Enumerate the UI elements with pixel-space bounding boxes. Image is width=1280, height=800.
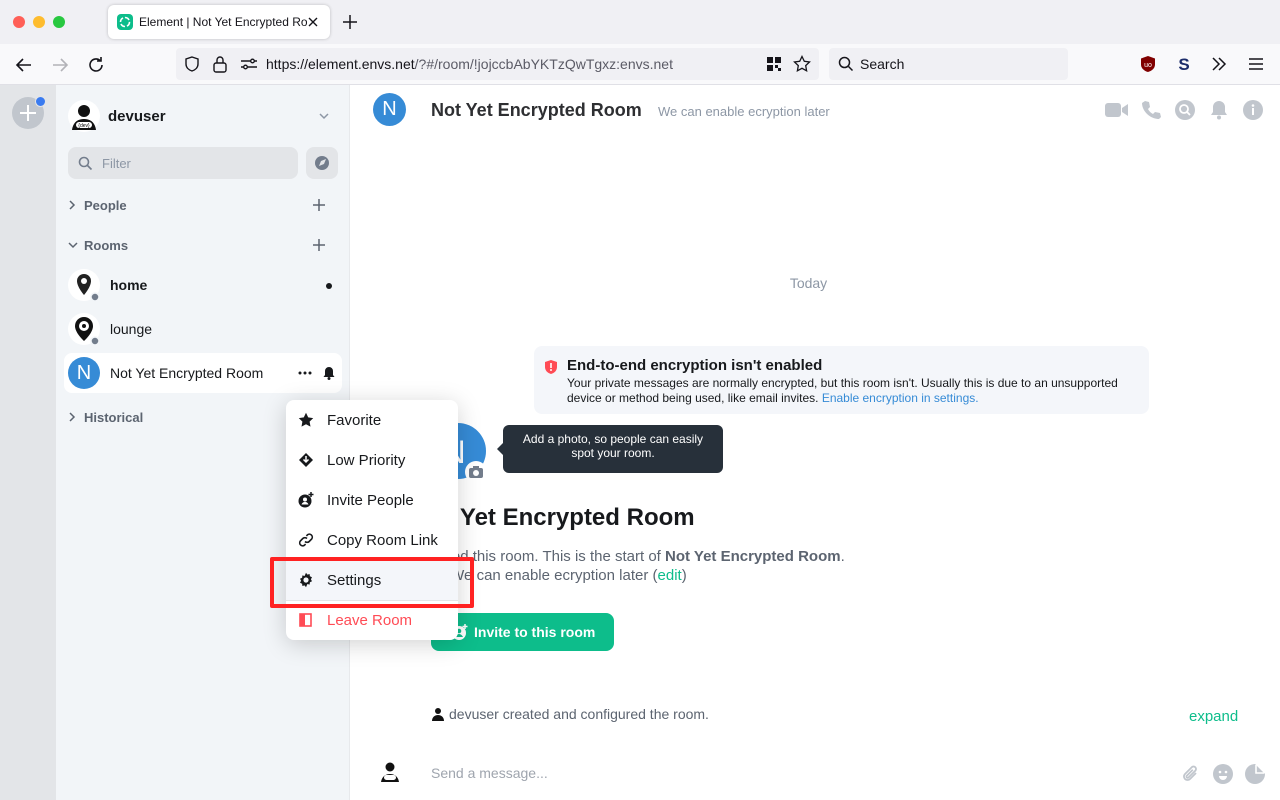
room-filter-input[interactable]: Filter [68,147,298,179]
window-minimize-button[interactable] [33,16,45,28]
invite-icon [298,492,314,508]
section-rooms[interactable]: Rooms [68,238,338,254]
room-options-ellipsis-icon[interactable] [298,371,312,375]
user-name[interactable]: devuser [108,108,166,125]
browser-nav-bar: https://element.envs.net/?#/room/!jojccb… [0,44,1280,85]
svg-text:S: S [1178,55,1189,74]
reload-icon[interactable] [86,55,106,75]
browser-tab-strip: Element | Not Yet Encrypted Room [0,0,1280,44]
new-tab-plus-icon[interactable] [341,13,359,31]
filter-placeholder: Filter [102,156,131,171]
overflow-chevrons-icon[interactable] [1210,56,1228,72]
composer-user-avatar [378,759,402,783]
user-menu-chevron-icon[interactable] [318,111,330,121]
element-favicon-icon [117,14,133,30]
room-header-avatar[interactable]: N [373,93,406,126]
browser-search-bar[interactable]: Search [829,48,1068,80]
lounge-room-avatar-icon [68,313,100,346]
encryption-notice-title: End-to-end encryption isn't enabled [567,357,823,374]
tab-title: Element | Not Yet Encrypted Room [139,15,307,29]
home-room-avatar-icon [68,269,100,302]
room-intro-heading: ot Yet Encrypted Room [431,504,695,531]
attachment-paperclip-icon[interactable] [1180,763,1202,785]
section-historical[interactable]: Historical [68,410,268,426]
permissions-icon[interactable] [240,56,258,72]
room-created-event: devuser created and configured the room. [449,706,709,722]
menu-item-invite-people[interactable]: Invite People [286,480,458,520]
room-avatar: N [68,357,100,389]
window-close-button[interactable] [13,16,25,28]
tab-close-icon[interactable] [304,13,322,31]
emoji-smiley-icon[interactable] [1212,763,1234,785]
add-photo-tooltip: Add a photo, so people can easily spot y… [497,425,723,473]
add-room-plus-icon[interactable] [312,238,326,252]
devuser-mini-avatar-icon [431,706,445,722]
link-icon [298,532,314,548]
notification-dot-icon [35,96,46,107]
lock-icon[interactable] [212,55,228,73]
ublock-extension-icon[interactable]: uo [1140,55,1156,73]
url-text[interactable]: https://element.envs.net/?#/room/!jojccb… [266,56,673,72]
room-name: home [110,277,148,293]
low-priority-icon [298,452,314,468]
room-header-title[interactable]: Not Yet Encrypted Room [431,100,642,121]
star-icon [298,412,314,428]
camera-upload-icon[interactable] [465,461,487,483]
room-name: Not Yet Encrypted Room [110,365,264,381]
warning-shield-icon [544,360,558,374]
room-created-text: eated this room. This is the start of No… [431,548,845,565]
window-zoom-button[interactable] [53,16,65,28]
room-header-topic[interactable]: We can enable ecryption later [658,104,830,119]
shield-icon[interactable] [184,56,200,72]
voice-call-icon[interactable] [1140,99,1162,121]
bookmark-star-icon[interactable] [793,55,811,73]
menu-item-copy-room-link[interactable]: Copy Room Link [286,520,458,560]
menu-item-favorite[interactable]: Favorite [286,400,458,440]
search-placeholder: Search [860,56,905,72]
room-info-icon[interactable] [1242,99,1264,121]
s-extension-icon[interactable]: S [1176,54,1192,74]
expand-link[interactable]: expand [1189,708,1238,725]
edit-topic-link[interactable]: edit [658,567,682,584]
encryption-notice-body: Your private messages are normally encry… [567,376,1118,405]
hamburger-menu-icon[interactable] [1248,57,1264,71]
user-avatar[interactable]: {dev} [68,100,100,132]
sticker-icon[interactable] [1244,763,1266,785]
invite-to-room-button[interactable]: Invite to this room [431,613,614,651]
address-bar[interactable]: https://element.envs.net/?#/room/!jojccb… [176,48,819,80]
filter-search-icon [78,156,93,171]
room-view: N Not Yet Encrypted Room We can enable e… [350,85,1280,800]
room-notifications-bell-icon[interactable] [1208,99,1230,121]
room-name: lounge [110,321,153,337]
enable-encryption-link[interactable]: Enable encryption in settings. [822,391,979,405]
message-composer-input[interactable]: Send a message... [431,765,548,781]
space-bar [0,85,56,800]
svg-text:uo: uo [1144,62,1152,69]
forward-arrow-icon[interactable] [50,55,70,75]
room-search-icon[interactable] [1174,99,1196,121]
leave-icon [298,612,314,628]
menu-item-low-priority[interactable]: Low Priority [286,440,458,480]
explore-rooms-button[interactable] [306,147,338,179]
svg-text:{dev}: {dev} [78,123,90,129]
room-item-lounge[interactable]: lounge [64,309,342,349]
section-people[interactable]: People [68,198,338,214]
unread-dot-icon [326,283,332,289]
date-separator: Today [789,275,828,291]
room-item-home[interactable]: home [64,265,342,305]
browser-tab[interactable]: Element | Not Yet Encrypted Room [108,5,330,39]
add-person-plus-icon[interactable] [312,198,326,212]
back-arrow-icon[interactable] [14,55,34,75]
settings-highlight-box [270,557,474,608]
video-call-icon[interactable] [1104,99,1128,121]
notification-bell-icon[interactable] [322,366,336,380]
search-icon [838,56,854,72]
encryption-notice: End-to-end encryption isn't enabled Your… [534,346,1149,414]
qr-code-icon[interactable] [766,56,782,72]
room-item-not-yet-encrypted[interactable]: N Not Yet Encrypted Room [64,353,342,393]
